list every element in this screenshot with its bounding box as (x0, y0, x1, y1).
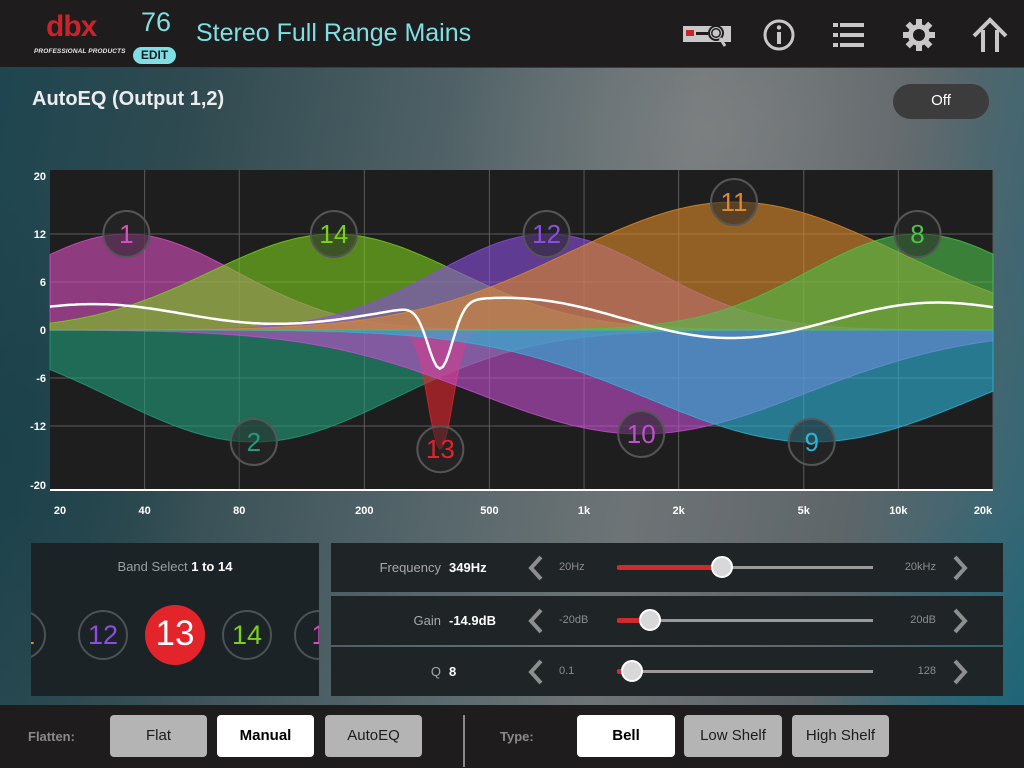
logo-text: dbx (46, 10, 97, 43)
band-chip-11[interactable]: 11 (31, 610, 46, 660)
band-12-label: 12 (532, 219, 561, 249)
x-tick-label: 2k (673, 505, 686, 517)
x-tick-label: 20k (974, 505, 993, 517)
gain-row: Gain -14.9dB -20dB 20dB (331, 596, 1003, 645)
q-max: 128 (917, 665, 936, 677)
x-tick-label: 40 (138, 505, 150, 517)
frequency-max: 20kHz (904, 561, 936, 573)
gain-min: -20dB (559, 614, 589, 626)
band-select-range: 1 to 14 (191, 559, 233, 574)
x-tick-label: 80 (233, 505, 245, 517)
gain-decrement-chevron-left-icon[interactable] (523, 606, 551, 636)
y-tick-label: 0 (40, 325, 46, 337)
y-tick-label: -6 (36, 373, 46, 385)
x-tick-label: 1k (578, 505, 591, 517)
frequency-value: 349Hz (449, 560, 487, 575)
gain-slider-thumb[interactable] (639, 609, 662, 631)
gain-max: 20dB (910, 614, 936, 626)
info-icon[interactable] (760, 14, 798, 56)
type-high-shelf-button[interactable]: High Shelf (792, 715, 889, 757)
band-9-label: 9 (804, 427, 818, 457)
x-tick-label: 20 (54, 505, 66, 517)
band-strip[interactable]: 11 12 13 14 1 (31, 605, 319, 665)
band-14-label: 14 (319, 219, 348, 249)
edit-button[interactable]: EDIT (133, 47, 176, 64)
q-increment-chevron-right-icon[interactable] (945, 657, 973, 687)
band-select-prefix: Band Select (117, 559, 188, 574)
y-tick-label: -20 (30, 480, 46, 492)
bottom-toolbar: Flatten: Flat Manual AutoEQ Type: Bell L… (0, 705, 1024, 768)
band-1-label: 1 (119, 219, 133, 249)
y-tick-label: 12 (34, 229, 46, 241)
frequency-slider-fill (617, 565, 722, 570)
type-bell-button[interactable]: Bell (577, 715, 675, 757)
frequency-label: Frequency (379, 560, 441, 575)
type-label: Type: (500, 729, 534, 744)
logo-subtext: PROFESSIONAL PRODUCTS (34, 48, 126, 55)
q-decrement-chevron-left-icon[interactable] (523, 657, 551, 687)
list-icon[interactable] (830, 14, 868, 56)
band-chip-14[interactable]: 14 (222, 610, 272, 660)
x-tick-label: 10k (889, 505, 908, 517)
section-title: AutoEQ (Output 1,2) (32, 88, 225, 110)
band-10-label: 10 (627, 419, 656, 449)
preset-number: 76 (140, 7, 172, 37)
frequency-row: Frequency 349Hz 20Hz 20kHz (331, 543, 1003, 592)
frequency-slider[interactable] (617, 556, 873, 578)
frequency-increment-chevron-right-icon[interactable] (945, 553, 973, 583)
frequency-slider-thumb[interactable] (710, 556, 733, 578)
y-tick-label: -12 (30, 421, 46, 433)
band-chip-12[interactable]: 12 (78, 610, 128, 660)
x-tick-label: 500 (480, 505, 498, 517)
frequency-decrement-chevron-left-icon[interactable] (523, 553, 551, 583)
x-tick-label: 200 (355, 505, 373, 517)
q-row: Q 8 0.1 128 (331, 647, 1003, 696)
type-low-shelf-button[interactable]: Low Shelf (684, 715, 782, 757)
q-min: 0.1 (559, 665, 575, 677)
q-slider-thumb[interactable] (621, 660, 644, 682)
band-chip-13[interactable]: 13 (145, 605, 205, 665)
device-search-icon[interactable] (682, 14, 734, 56)
preset-name[interactable]: Stereo Full Range Mains (196, 17, 471, 49)
flatten-label: Flatten: (28, 729, 75, 744)
band-chip-1[interactable]: 1 (294, 610, 319, 660)
q-value: 8 (449, 664, 457, 679)
dbx-logo: dbx PROFESSIONAL PRODUCTS (34, 10, 125, 58)
band-13-label: 13 (426, 434, 455, 464)
gain-value: -14.9dB (449, 613, 496, 628)
eq-graph[interactable]: 20 40 80 200 500 1k 2k 5k 10k 20k 20 12 6 0 -6 -12 -20 1 2… (0, 160, 1024, 530)
y-tick-label: 20 (34, 171, 46, 183)
q-slider[interactable] (617, 660, 873, 682)
band-select-title: Band Select 1 to 14 (31, 559, 319, 574)
band-select-panel: Band Select 1 to 14 11 12 13 14 1 (31, 543, 319, 696)
toolbar-divider (463, 715, 465, 767)
band-2-label: 2 (247, 427, 261, 457)
y-tick-label: 6 (40, 277, 46, 289)
autoeq-off-toggle[interactable]: Off (893, 84, 989, 119)
flatten-autoeq-button[interactable]: AutoEQ (325, 715, 422, 757)
eq-graph-svg[interactable]: 20 40 80 200 500 1k 2k 5k 10k 20k201260-6-12-2012… (0, 160, 1024, 530)
x-tick-label: 5k (798, 505, 811, 517)
band-11-label: 11 (721, 187, 748, 217)
flatten-flat-button[interactable]: Flat (110, 715, 207, 757)
gain-increment-chevron-right-icon[interactable] (945, 606, 973, 636)
frequency-min: 20Hz (559, 561, 585, 573)
gear-icon[interactable] (899, 14, 939, 56)
gain-label: Gain (413, 613, 441, 628)
flatten-manual-button[interactable]: Manual (217, 715, 314, 757)
gain-slider[interactable] (617, 609, 873, 631)
home-icon[interactable] (970, 14, 1010, 56)
top-header: dbx PROFESSIONAL PRODUCTS 76 EDIT Stereo… (0, 0, 1024, 68)
band-8-label: 8 (910, 219, 924, 249)
q-label: Q (430, 664, 441, 679)
